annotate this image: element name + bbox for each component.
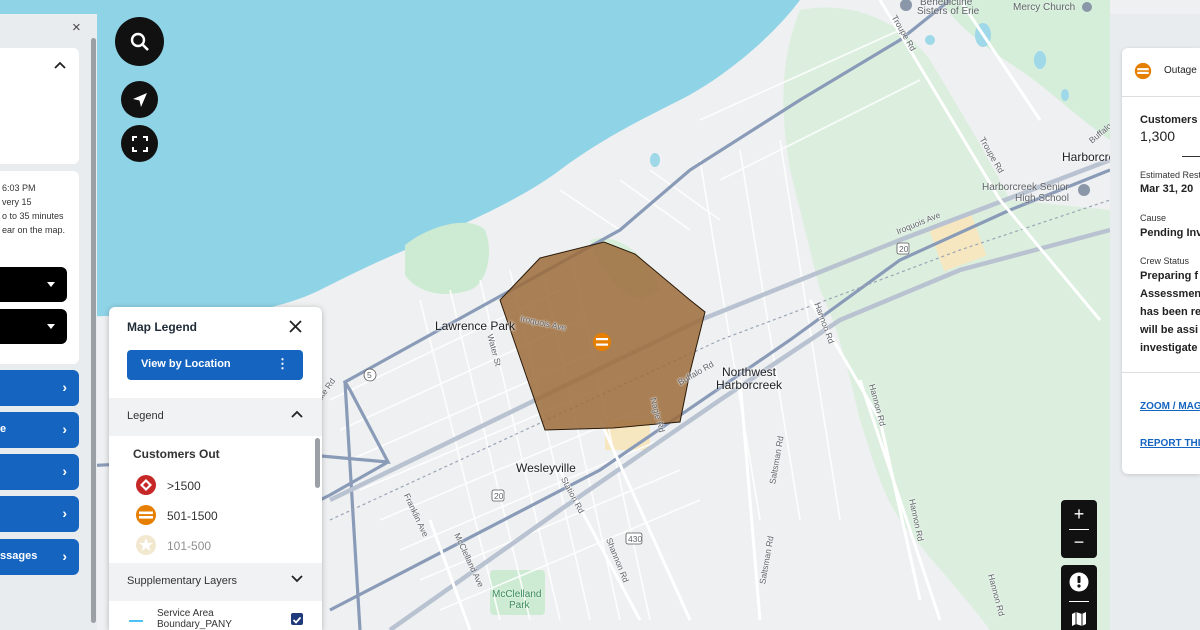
dropdown-select[interactable] bbox=[0, 267, 67, 302]
restoration-value: Mar 31, 20 bbox=[1140, 183, 1194, 195]
nav-button[interactable]: › bbox=[0, 370, 79, 406]
view-by-location-label: View by Location bbox=[141, 358, 231, 370]
map-tools bbox=[1061, 565, 1097, 630]
chevron-up-icon[interactable] bbox=[54, 61, 66, 69]
layer-checkbox[interactable] bbox=[291, 613, 303, 625]
layer-label-line: Service Area bbox=[157, 608, 214, 619]
crew-status-line: will be assi bbox=[1140, 324, 1199, 336]
nav-button-label: e bbox=[0, 423, 7, 435]
close-icon[interactable]: × bbox=[72, 19, 81, 36]
crew-status-line: investigate bbox=[1140, 342, 1198, 354]
legend-item-label: 501-1500 bbox=[167, 509, 218, 523]
more-vert-icon[interactable]: ⋮ bbox=[276, 356, 289, 372]
customers-value: 1,300 bbox=[1140, 128, 1176, 144]
divider bbox=[1182, 156, 1200, 157]
circle-orange-equals-icon bbox=[1134, 62, 1152, 80]
caret-down-icon bbox=[47, 324, 55, 329]
nav-button[interactable]: e › bbox=[0, 412, 79, 448]
layer-label: Service Area Boundary_PANY bbox=[157, 608, 232, 630]
outage-title: Outage bbox=[1164, 65, 1197, 76]
zoom-controls: + − bbox=[1061, 500, 1097, 558]
legend-item: 101-500 bbox=[135, 534, 305, 556]
chevron-right-icon: › bbox=[62, 421, 67, 437]
legend-item: >1500 bbox=[135, 474, 305, 496]
check-icon bbox=[292, 616, 302, 624]
info-line: ear on the map. bbox=[2, 225, 66, 235]
customers-label: Customers O bbox=[1140, 114, 1200, 126]
legend-section-header[interactable]: Legend bbox=[109, 398, 322, 436]
zoom-in-button[interactable]: + bbox=[1061, 505, 1097, 523]
customers-out-heading: Customers Out bbox=[133, 447, 220, 461]
chevron-right-icon: › bbox=[62, 463, 67, 479]
section-label: Supplementary Layers bbox=[127, 575, 238, 587]
nav-button[interactable]: › bbox=[0, 496, 79, 532]
info-icon[interactable] bbox=[1068, 571, 1090, 593]
map-legend-panel: Map Legend View by Location ⋮ Legend Cus… bbox=[109, 307, 322, 630]
info-line: 6:03 PM bbox=[2, 183, 36, 193]
nav-button[interactable]: › bbox=[0, 454, 79, 490]
crew-status-line: has been re bbox=[1140, 306, 1200, 318]
star-tan-icon bbox=[136, 535, 156, 555]
layer-line-swatch bbox=[129, 620, 143, 622]
report-link[interactable]: REPORT THI bbox=[1140, 438, 1200, 449]
section-label: Legend bbox=[127, 410, 164, 422]
cause-value: Pending Inv bbox=[1140, 227, 1200, 239]
divider bbox=[1069, 529, 1089, 530]
supplementary-layers-header[interactable]: Supplementary Layers bbox=[109, 563, 322, 601]
chevron-up-icon bbox=[291, 410, 303, 418]
close-icon[interactable] bbox=[289, 320, 302, 333]
search-icon bbox=[130, 32, 149, 51]
chevron-right-icon: › bbox=[62, 379, 67, 395]
locate-button[interactable] bbox=[121, 81, 158, 118]
fullscreen-button[interactable] bbox=[121, 125, 158, 162]
view-by-location-button[interactable]: View by Location ⋮ bbox=[127, 350, 303, 380]
cause-label: Cause bbox=[1140, 213, 1167, 223]
crew-status-line: Assessmen bbox=[1140, 288, 1200, 300]
outage-card: Outage Customers O 1,300 Estimated Rest … bbox=[1122, 48, 1200, 474]
chevron-right-icon: › bbox=[62, 548, 67, 564]
search-button[interactable] bbox=[115, 17, 164, 66]
divider bbox=[1122, 372, 1200, 373]
circle-orange-equals-icon bbox=[136, 505, 156, 525]
scrollbar[interactable] bbox=[91, 38, 96, 623]
caret-down-icon bbox=[47, 282, 55, 287]
legend-item-label: >1500 bbox=[167, 479, 201, 493]
zoom-out-button[interactable]: − bbox=[1061, 533, 1097, 551]
chevron-down-icon bbox=[291, 575, 303, 583]
layer-label-line: Boundary_PANY bbox=[157, 619, 232, 630]
legend-item: 501-1500 bbox=[135, 504, 305, 526]
crew-status-line: Preparing f bbox=[1140, 270, 1199, 282]
legend-title: Map Legend bbox=[127, 320, 198, 334]
divider bbox=[1122, 96, 1200, 97]
fullscreen-icon bbox=[131, 135, 148, 152]
messages-button[interactable]: ssages › bbox=[0, 539, 79, 575]
chevron-right-icon: › bbox=[62, 505, 67, 521]
restoration-label: Estimated Rest bbox=[1140, 170, 1200, 180]
nav-button-label: ssages bbox=[0, 550, 38, 562]
divider bbox=[1069, 601, 1089, 602]
diamond-red-icon bbox=[136, 475, 156, 495]
collapsible-card bbox=[0, 48, 79, 164]
info-line: o to 35 minutes bbox=[2, 211, 64, 221]
legend-item-label: 101-500 bbox=[167, 539, 212, 553]
outage-marker-icon[interactable] bbox=[593, 333, 611, 351]
outage-detail-panel: Outage Customers O 1,300 Estimated Rest … bbox=[1110, 14, 1200, 630]
navigation-arrow-icon bbox=[132, 92, 147, 107]
update-info-card: 6:03 PM very 15 o to 35 minutes ear on t… bbox=[0, 171, 79, 364]
map-layers-icon[interactable] bbox=[1071, 611, 1087, 627]
crew-status-label: Crew Status bbox=[1140, 256, 1190, 266]
zoom-link[interactable]: ZOOM / MAG bbox=[1140, 401, 1200, 412]
info-line: very 15 bbox=[2, 197, 32, 207]
left-side-panel: × 6:03 PM very 15 o to 35 minutes ear on… bbox=[0, 14, 97, 630]
scrollbar[interactable] bbox=[315, 438, 320, 488]
dropdown-select[interactable] bbox=[0, 309, 67, 344]
